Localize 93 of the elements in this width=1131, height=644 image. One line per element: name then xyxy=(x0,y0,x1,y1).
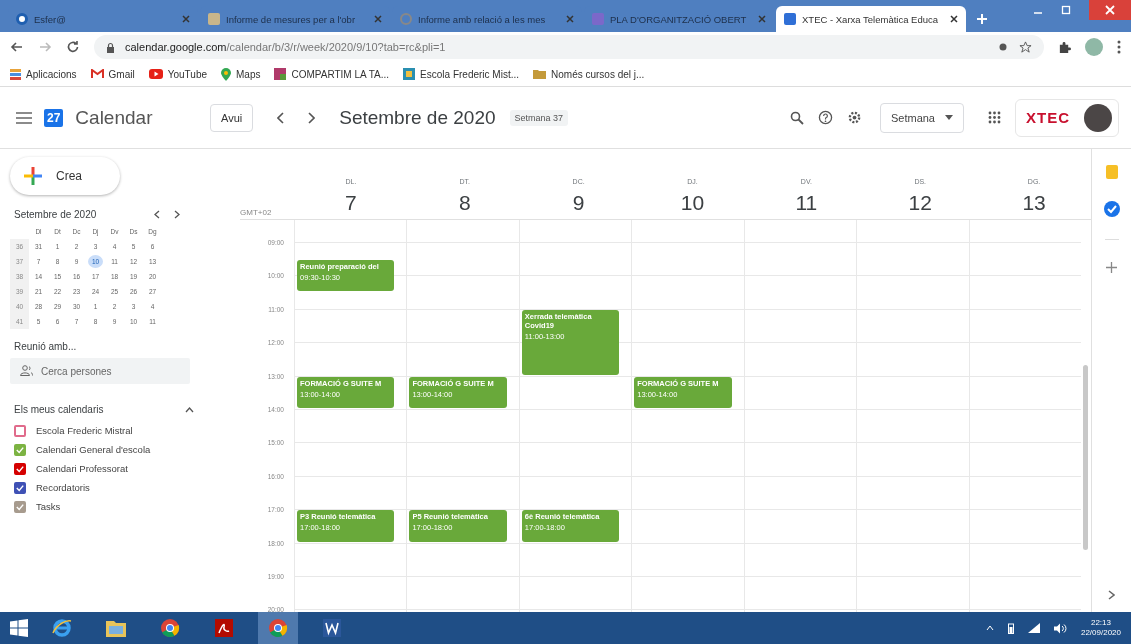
section-title: Reunió amb... xyxy=(14,341,78,352)
day-number[interactable]: 12 xyxy=(908,191,932,215)
bookmark[interactable]: Maps xyxy=(221,67,261,81)
day-number[interactable]: 9 xyxy=(572,191,585,215)
month-title: Setembre de 2020 xyxy=(14,209,97,220)
browser-e-icon xyxy=(52,618,72,638)
lock-icon xyxy=(106,41,115,53)
word-app-icon xyxy=(323,619,341,637)
play-icon xyxy=(148,69,163,79)
checkbox[interactable] xyxy=(14,462,26,475)
close-button[interactable] xyxy=(1089,0,1131,20)
org-logo: XTEC xyxy=(1026,109,1070,126)
new-tab-icon[interactable] xyxy=(976,13,988,25)
week-badge: Setmana 37 xyxy=(509,109,569,126)
chevron-right-icon[interactable] xyxy=(307,111,316,124)
chevron-right-icon[interactable] xyxy=(1108,590,1115,600)
checkbox[interactable] xyxy=(14,500,26,513)
document-icon xyxy=(208,13,220,25)
globe-icon xyxy=(16,13,28,25)
globe-icon xyxy=(400,13,412,25)
puzzle-icon[interactable] xyxy=(1058,40,1071,54)
bookmark[interactable]: Només cursos del j... xyxy=(533,68,645,80)
speaker-icon[interactable] xyxy=(1053,622,1067,634)
plus-icon[interactable] xyxy=(1106,262,1117,273)
mail-icon xyxy=(90,69,104,79)
checkbox[interactable] xyxy=(14,424,26,437)
user-avatar[interactable] xyxy=(1084,103,1112,132)
star-icon[interactable] xyxy=(1019,40,1032,54)
people-search-field[interactable]: Cerca persones xyxy=(10,358,190,384)
browser-logo-icon xyxy=(160,618,180,638)
calendar-list-item[interactable]: Calendari General d'escola xyxy=(14,440,240,459)
day-number[interactable]: 8 xyxy=(458,191,471,215)
caret-icon xyxy=(945,115,953,120)
chevron-up-icon[interactable] xyxy=(185,406,194,413)
pdf-app-icon xyxy=(215,619,233,637)
reload-icon[interactable] xyxy=(66,40,80,54)
folder-icon xyxy=(106,619,126,637)
url-text: calendar.google.com/calendar/b/3/r/week/2020/9/10?tab=rc&pli=1 xyxy=(125,41,446,53)
day-number[interactable]: 10 xyxy=(680,191,705,215)
browser-logo-icon xyxy=(268,618,288,638)
calendar-list-item[interactable]: Recordatoris xyxy=(14,478,240,497)
search-icon[interactable] xyxy=(789,110,804,125)
chevron-left-icon[interactable] xyxy=(277,111,286,124)
timezone-label: GMT+02 xyxy=(240,208,273,219)
bookmark[interactable]: Aplicacions xyxy=(10,68,77,80)
checkbox[interactable] xyxy=(14,481,26,494)
app-title: Calendar xyxy=(75,106,153,129)
bookmark[interactable]: Gmail xyxy=(90,68,135,80)
apps-grid-icon[interactable] xyxy=(988,111,1001,124)
scrollbar-thumb[interactable] xyxy=(1083,365,1088,550)
help-icon[interactable] xyxy=(817,110,833,125)
calendar-list-item[interactable]: Escola Frederic Mistral xyxy=(14,421,240,440)
section-title: Els meus calendaris xyxy=(14,404,104,415)
calendar-icon xyxy=(784,13,796,25)
folder-icon xyxy=(533,69,546,79)
today-button[interactable]: Avui xyxy=(210,103,254,132)
view-dropdown[interactable]: Setmana xyxy=(879,102,964,133)
bookmark[interactable]: Escola Frederic Mist... xyxy=(403,68,519,80)
address-bar[interactable]: calendar.google.com/calendar/b/3/r/week/2020/9/10?tab=rc&pli=1 xyxy=(94,35,1044,59)
menu-icon[interactable] xyxy=(16,111,32,124)
calendar-list-item[interactable]: Calendari Professorat xyxy=(14,459,240,478)
plus-icon xyxy=(24,167,42,185)
period-title: Setembre de 2020 xyxy=(339,106,496,129)
chevron-left-icon[interactable] xyxy=(154,210,160,219)
browser-tab[interactable]: XTEC - Xarxa Telemàtica Educa xyxy=(776,6,966,32)
chevron-right-icon[interactable] xyxy=(174,210,180,219)
day-number[interactable]: 11 xyxy=(795,191,818,215)
tile-icon xyxy=(274,68,287,80)
day-number[interactable]: 13 xyxy=(1022,191,1046,215)
map-pin-icon xyxy=(221,67,231,81)
create-button[interactable]: Crea xyxy=(10,157,120,195)
windows-logo-icon[interactable] xyxy=(10,619,28,637)
settings-icon[interactable] xyxy=(846,110,862,125)
battery-icon[interactable] xyxy=(1007,622,1014,634)
checkbox[interactable] xyxy=(14,443,26,456)
clock-time: 22:13 xyxy=(1090,618,1111,628)
bookmark[interactable]: COMPARTIM LA TA... xyxy=(274,68,390,80)
signal-icon[interactable] xyxy=(1027,623,1040,633)
form-icon xyxy=(592,13,604,25)
clock-date: 22/09/2020 xyxy=(1080,628,1121,638)
site-icon xyxy=(403,68,416,80)
calendar-logo: 27 xyxy=(44,108,64,127)
close-icon[interactable] xyxy=(950,15,958,23)
check-circle-icon[interactable] xyxy=(1103,201,1120,217)
account-panel[interactable]: XTEC xyxy=(1015,98,1119,137)
day-number[interactable]: 7 xyxy=(345,191,357,215)
bookmark[interactable]: YouTube xyxy=(148,68,207,80)
close-icon xyxy=(1105,5,1115,15)
calendar-list-item[interactable]: Tasks xyxy=(14,497,240,516)
more-icon[interactable] xyxy=(1117,40,1121,54)
back-icon[interactable] xyxy=(10,40,24,54)
maximize-icon[interactable] xyxy=(1061,5,1071,15)
apps-grid-icon xyxy=(10,68,21,80)
